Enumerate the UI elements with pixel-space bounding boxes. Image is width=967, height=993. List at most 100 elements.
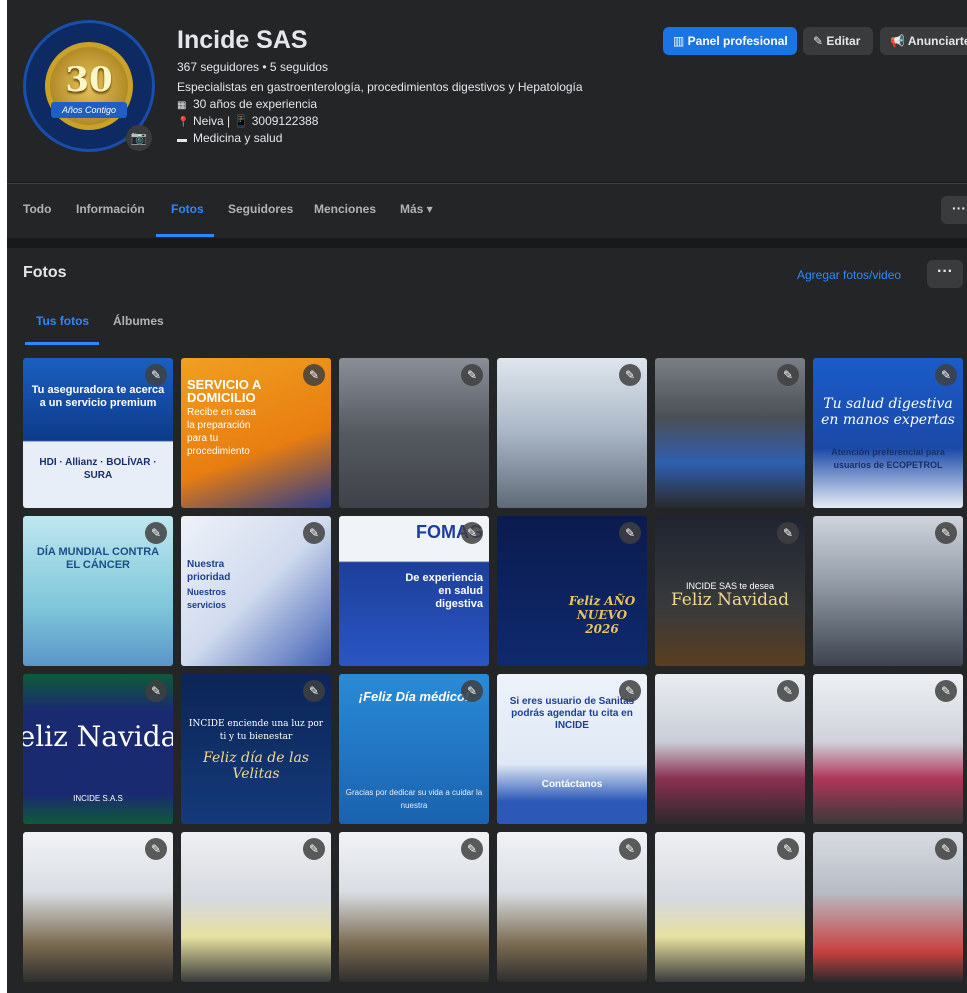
photo-caption: Si eres usuario de Sanitas podrás agenda… bbox=[509, 696, 635, 731]
edit-icon[interactable]: ✎ bbox=[461, 522, 483, 544]
advertise-label: Anunciarte bbox=[907, 34, 967, 48]
edit-icon[interactable]: ✎ bbox=[777, 838, 799, 860]
edit-icon[interactable]: ✎ bbox=[145, 838, 167, 860]
photo-subcaption: Recibe en casa la preparación para tu pr… bbox=[187, 407, 256, 457]
photo-tile[interactable]: Si eres usuario de Sanitas podrás agenda… bbox=[497, 674, 647, 824]
facebook-page: 30 Años Contigo 📷 Incide SAS 367 seguido… bbox=[7, 0, 967, 993]
edit-icon[interactable]: ✎ bbox=[777, 680, 799, 702]
pencil-icon: ✎ bbox=[813, 34, 827, 48]
edit-icon[interactable]: ✎ bbox=[303, 364, 325, 386]
edit-icon[interactable]: ✎ bbox=[461, 838, 483, 860]
edit-icon[interactable]: ✎ bbox=[777, 522, 799, 544]
photo-caption: Nuestra prioridad bbox=[187, 559, 231, 583]
photo-subcaption: Contáctanos bbox=[541, 779, 603, 790]
avatar-number: 30 bbox=[65, 60, 113, 100]
professional-dashboard-button[interactable]: ▥ Panel profesional bbox=[663, 27, 797, 55]
photo-tile[interactable]: INCIDE SAS te desea Feliz Navidad ✎ bbox=[655, 516, 805, 666]
photo-tile[interactable]: FOMAG De experiencia en salud digestiva … bbox=[339, 516, 489, 666]
photo-tile[interactable]: INCIDE enciende una luz por ti y tu bien… bbox=[181, 674, 331, 824]
edit-icon[interactable]: ✎ bbox=[935, 364, 957, 386]
photo-tile[interactable]: ✎ bbox=[23, 832, 173, 982]
edit-icon[interactable]: ✎ bbox=[619, 522, 641, 544]
photos-more-button[interactable]: ··· bbox=[927, 260, 963, 288]
photo-subcaption: HDI · Allianz · BOLÍVAR · SURA bbox=[39, 457, 157, 481]
photo-caption: eliz Navida bbox=[23, 720, 173, 753]
photo-tile[interactable]: Tu salud digestiva en manos expertas Ate… bbox=[813, 358, 963, 508]
edit-icon[interactable]: ✎ bbox=[619, 680, 641, 702]
photo-tile[interactable]: Feliz AÑO NUEVO 2026 ✎ bbox=[497, 516, 647, 666]
photo-tile[interactable]: ✎ bbox=[339, 832, 489, 982]
photo-subcaption: Atención preferencial para usuarios de E… bbox=[831, 447, 945, 470]
avatar-ribbon: Años Contigo bbox=[51, 102, 127, 118]
photo-tile[interactable]: ✎ bbox=[497, 358, 647, 508]
tab-followers[interactable]: Seguidores bbox=[228, 202, 293, 216]
edit-icon[interactable]: ✎ bbox=[461, 364, 483, 386]
location-line: 📍 Neiva | 📱 3009122388 bbox=[177, 114, 318, 128]
photo-tile[interactable]: ✎ bbox=[813, 516, 963, 666]
photo-tile[interactable]: ✎ bbox=[655, 674, 805, 824]
edit-icon[interactable]: ✎ bbox=[145, 364, 167, 386]
page-bio: Especialistas en gastroenterología, proc… bbox=[177, 80, 583, 94]
camera-icon[interactable]: 📷 bbox=[126, 125, 152, 151]
photo-caption: INCIDE enciende una luz por ti y tu bien… bbox=[188, 719, 324, 742]
tab-more[interactable]: Más ▾ bbox=[400, 202, 433, 216]
location-phone-text: Neiva | 📱 3009122388 bbox=[193, 114, 319, 128]
edit-icon[interactable]: ✎ bbox=[145, 522, 167, 544]
photo-tile[interactable]: ✎ bbox=[497, 832, 647, 982]
photo-tile[interactable]: Nuestra prioridad Nuestros servicios ✎ bbox=[181, 516, 331, 666]
active-tab-indicator bbox=[156, 234, 214, 237]
tab-mentions[interactable]: Menciones bbox=[314, 202, 376, 216]
advertise-button[interactable]: 📢 Anunciarte bbox=[880, 27, 967, 55]
page-header: 30 Años Contigo 📷 Incide SAS 367 seguido… bbox=[7, 0, 967, 182]
photo-caption: Feliz AÑO NUEVO 2026 bbox=[568, 594, 636, 636]
edit-icon[interactable]: ✎ bbox=[145, 680, 167, 702]
photo-subcaption: Nuestros servicios bbox=[187, 587, 227, 610]
photo-caption: DÍA MUNDIAL CONTRA EL CÁNCER bbox=[36, 546, 160, 571]
photos-title: Fotos bbox=[23, 264, 67, 281]
photo-subcaption: Gracias por dedicar su vida a cuidar la … bbox=[345, 788, 483, 810]
photo-tile[interactable]: SERVICIO A DOMICILIO Recibe en casa la p… bbox=[181, 358, 331, 508]
photo-tile[interactable]: ✎ bbox=[181, 832, 331, 982]
edit-icon[interactable]: ✎ bbox=[303, 680, 325, 702]
photo-tile[interactable]: ¡Feliz Día médico! Gracias por dedicar s… bbox=[339, 674, 489, 824]
category-line: ▬ Medicina y salud bbox=[177, 131, 282, 145]
subtab-albums[interactable]: Álbumes bbox=[113, 314, 164, 328]
photos-section: Fotos Agregar fotos/video ··· Tus fotos … bbox=[7, 248, 967, 993]
tab-photos[interactable]: Fotos bbox=[171, 202, 204, 216]
edit-label: Editar bbox=[826, 34, 861, 48]
experience-line: ▦ 30 años de experiencia bbox=[177, 97, 317, 111]
tab-info[interactable]: Información bbox=[76, 202, 145, 216]
edit-icon[interactable]: ✎ bbox=[935, 522, 957, 544]
edit-icon[interactable]: ✎ bbox=[303, 522, 325, 544]
page-title: Incide SAS bbox=[177, 26, 308, 54]
edit-icon[interactable]: ✎ bbox=[619, 364, 641, 386]
tabs-more-button[interactable]: ··· bbox=[941, 196, 967, 224]
subtab-your-photos[interactable]: Tus fotos bbox=[36, 314, 89, 328]
building-icon: ▦ bbox=[177, 100, 187, 111]
tab-all[interactable]: Todo bbox=[23, 202, 51, 216]
photo-tile[interactable]: DÍA MUNDIAL CONTRA EL CÁNCER ✎ bbox=[23, 516, 173, 666]
edit-icon[interactable]: ✎ bbox=[935, 680, 957, 702]
photo-tile[interactable]: ✎ bbox=[813, 832, 963, 982]
edit-icon[interactable]: ✎ bbox=[777, 364, 799, 386]
photo-tile[interactable]: ✎ bbox=[339, 358, 489, 508]
photo-tile[interactable]: eliz Navida INCIDE S.A.S ✎ bbox=[23, 674, 173, 824]
photo-tile[interactable]: ✎ bbox=[655, 832, 805, 982]
follower-count[interactable]: 367 seguidores • 5 seguidos bbox=[177, 60, 328, 74]
photo-tile[interactable]: ✎ bbox=[813, 674, 963, 824]
category-icon: ▬ bbox=[177, 134, 187, 145]
edit-icon[interactable]: ✎ bbox=[461, 680, 483, 702]
photo-subcaption: INCIDE S.A.S bbox=[73, 794, 123, 803]
photo-tile[interactable]: ✎ bbox=[655, 358, 805, 508]
add-photos-link[interactable]: Agregar fotos/video bbox=[797, 268, 901, 282]
photo-tile[interactable]: Tu aseguradora te acerca a un servicio p… bbox=[23, 358, 173, 508]
edit-icon[interactable]: ✎ bbox=[619, 838, 641, 860]
photo-subcaption: Feliz día de las Velitas bbox=[203, 750, 309, 782]
edit-icon[interactable]: ✎ bbox=[935, 838, 957, 860]
edit-button[interactable]: ✎ Editar bbox=[803, 27, 873, 55]
edit-icon[interactable]: ✎ bbox=[303, 838, 325, 860]
experience-text: 30 años de experiencia bbox=[193, 97, 318, 111]
professional-dashboard-label: Panel profesional bbox=[687, 34, 788, 48]
category-text[interactable]: Medicina y salud bbox=[193, 131, 282, 145]
location-pin-icon: 📍 bbox=[177, 117, 190, 128]
